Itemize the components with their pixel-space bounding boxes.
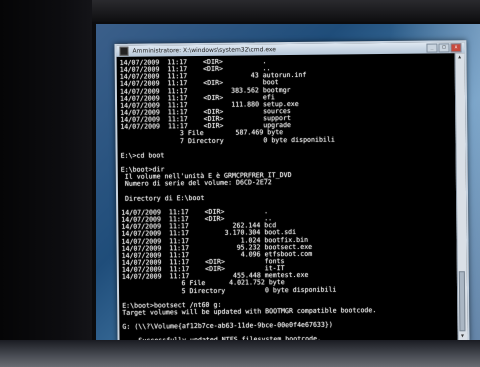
vertical-scrollbar[interactable]: ▲ ▼ <box>454 53 468 341</box>
scroll-up-arrow-icon[interactable]: ▲ <box>457 54 463 60</box>
window-controls: _ □ x <box>426 43 462 53</box>
close-button[interactable]: x <box>450 43 462 53</box>
window-title: Amministratore: X:\windows\system32\cmd.… <box>132 46 276 55</box>
scrollbar-thumb[interactable] <box>458 271 466 332</box>
desktop-screen: Amministratore: X:\windows\system32\cmd.… <box>96 24 480 342</box>
monitor-bezel-left <box>0 0 92 367</box>
minimize-button[interactable]: _ <box>426 43 438 53</box>
scroll-down-arrow-icon[interactable]: ▼ <box>459 333 465 339</box>
window-titlebar[interactable]: Amministratore: X:\windows\system32\cmd.… <box>116 42 465 57</box>
command-prompt-window[interactable]: Amministratore: X:\windows\system32\cmd.… <box>114 40 470 342</box>
cmd-app-icon <box>119 46 129 56</box>
maximize-button[interactable]: □ <box>438 43 450 53</box>
monitor-bezel-bottom <box>0 340 480 367</box>
console-output[interactable]: 14/07/2009 11:17 <DIR> . 14/07/2009 11:17… <box>120 56 453 342</box>
